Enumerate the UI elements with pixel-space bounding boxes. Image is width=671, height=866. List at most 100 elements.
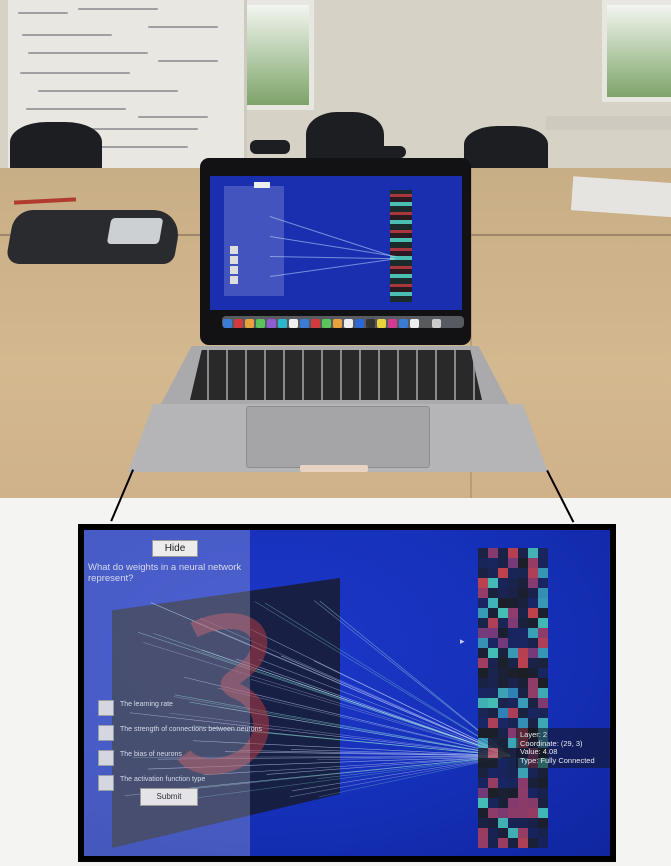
trackpad	[246, 406, 430, 468]
weight-cell	[518, 628, 528, 638]
weight-cell	[488, 748, 498, 758]
weight-cell	[508, 838, 518, 848]
weight-cell	[508, 808, 518, 818]
weight-cell	[478, 778, 488, 788]
weight-cell	[478, 718, 488, 728]
weight-cell	[518, 678, 528, 688]
weight-cell	[478, 638, 488, 648]
weight-cell	[538, 838, 548, 848]
weight-cell	[478, 588, 488, 598]
weight-cell	[498, 808, 508, 818]
weight-cell	[538, 708, 548, 718]
weight-cell	[538, 588, 548, 598]
weight-cell	[478, 708, 488, 718]
weight-cell	[518, 698, 528, 708]
checkbox-icon[interactable]	[98, 775, 114, 791]
weight-cell	[478, 578, 488, 588]
answer-option-label: The learning rate	[120, 701, 173, 708]
weight-cell	[478, 788, 488, 798]
weight-cell	[538, 558, 548, 568]
weight-cell	[488, 738, 498, 748]
answer-option[interactable]: The learning rate	[98, 698, 268, 720]
weight-cell	[498, 678, 508, 688]
weight-cell	[528, 568, 538, 578]
weight-cell	[518, 608, 528, 618]
connection-line	[236, 658, 511, 757]
submit-button[interactable]: Submit	[140, 788, 198, 806]
weight-cell	[528, 628, 538, 638]
connection-line	[289, 755, 511, 798]
weight-cell	[528, 548, 538, 558]
weight-cell	[498, 748, 508, 758]
weight-cell	[518, 688, 528, 698]
weight-cell	[528, 558, 538, 568]
connection-line	[264, 602, 511, 757]
weight-cell	[518, 648, 528, 658]
weight-cell	[508, 798, 518, 808]
weight-cell	[488, 768, 498, 778]
weight-cell	[508, 718, 518, 728]
weight-cell	[488, 708, 498, 718]
keyboard-keys	[190, 350, 482, 400]
checkbox-icon[interactable]	[98, 700, 114, 716]
hide-button[interactable]: Hide	[152, 540, 198, 557]
weight-cell	[498, 688, 508, 698]
connection-line	[250, 629, 511, 757]
weight-cell	[538, 818, 548, 828]
weight-cell	[488, 568, 498, 578]
answer-options: The learning rate The strength of connec…	[98, 698, 268, 798]
weight-cell	[478, 828, 488, 838]
weight-cell	[478, 558, 488, 568]
weight-cell	[538, 698, 548, 708]
weight-cell	[538, 618, 548, 628]
weight-cell	[498, 778, 508, 788]
connection-line	[281, 655, 511, 757]
weight-cell	[508, 688, 518, 698]
weight-cell	[498, 598, 508, 608]
weight-cell	[488, 718, 498, 728]
weight-cell	[478, 698, 488, 708]
weight-cell	[518, 768, 528, 778]
answer-option[interactable]: The bias of neurons	[98, 748, 268, 770]
weight-layer-column	[478, 548, 548, 848]
weight-cell	[508, 778, 518, 788]
dock	[222, 316, 464, 328]
weight-cell	[488, 548, 498, 558]
weight-cell	[478, 768, 488, 778]
weight-cell	[518, 658, 528, 668]
checkbox-icon[interactable]	[98, 725, 114, 741]
weight-cell	[518, 638, 528, 648]
answer-option-label: The activation function type	[120, 776, 206, 783]
weight-cell	[538, 718, 548, 728]
weight-cell	[538, 808, 548, 818]
weight-cell	[478, 688, 488, 698]
weight-cell	[538, 598, 548, 608]
weight-cell	[528, 698, 538, 708]
weight-cell	[508, 628, 518, 638]
weight-cell	[508, 588, 518, 598]
window-right	[602, 0, 671, 102]
weight-cell	[508, 558, 518, 568]
weight-cell	[518, 578, 528, 588]
weight-cell	[528, 798, 538, 808]
conference-phone	[5, 210, 183, 264]
weight-cell	[538, 788, 548, 798]
answer-option[interactable]: The strength of connections between neur…	[98, 723, 268, 745]
chair-armrest	[370, 146, 406, 158]
weight-cell	[508, 708, 518, 718]
weight-cell	[508, 768, 518, 778]
weight-cell	[508, 568, 518, 578]
weight-cell	[498, 608, 508, 618]
weight-cell	[488, 688, 498, 698]
weight-cell	[508, 548, 518, 558]
weight-cell	[528, 788, 538, 798]
weight-cell	[518, 718, 528, 728]
weight-cell	[498, 568, 508, 578]
checkbox-icon[interactable]	[98, 750, 114, 766]
neuron-tooltip: Layer: 2 Coordinate: (29, 3) Value: 4.08…	[516, 728, 610, 768]
weight-cell	[518, 828, 528, 838]
weight-cell	[518, 598, 528, 608]
connection-line	[250, 678, 511, 757]
weight-cell	[528, 828, 538, 838]
weight-cell	[488, 628, 498, 638]
